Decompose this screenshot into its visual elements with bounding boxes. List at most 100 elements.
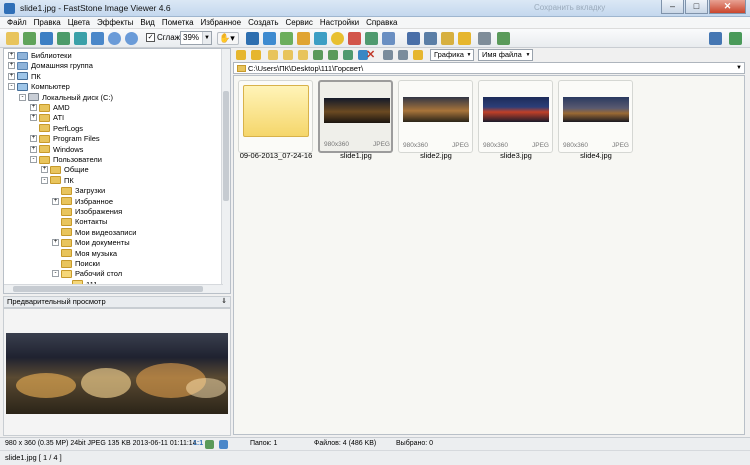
tree-item[interactable]: - ПК [41, 175, 74, 186]
tree-item[interactable]: + Домашняя группа [8, 60, 93, 71]
expand-icon[interactable]: + [8, 52, 15, 59]
open-file-icon[interactable] [23, 32, 36, 45]
tree-item[interactable]: PerfLogs [30, 123, 83, 134]
scan-icon[interactable] [497, 32, 510, 45]
collapse-icon[interactable]: - [19, 93, 26, 101]
delete-icon[interactable]: ✕ [366, 50, 376, 61]
slideshow-icon[interactable] [74, 32, 87, 45]
tree-item[interactable]: + Мои документы [52, 237, 130, 248]
thumbnail-browser[interactable]: 09-06-2013_07-24-16 980x360 JPEG slide1.j… [233, 75, 745, 435]
expand-icon[interactable]: + [30, 145, 37, 153]
menu-item-create[interactable]: Создать [248, 18, 278, 27]
zoom-select[interactable]: 39% ▼ [180, 31, 212, 45]
filter-select[interactable]: Графика ▼ [430, 49, 474, 61]
zoom-out-icon[interactable] [125, 32, 138, 45]
sort-select[interactable]: Имя файла ▼ [478, 49, 533, 61]
menu-item-tools[interactable]: Сервис [285, 18, 312, 27]
tree-vertical-scrollbar[interactable] [221, 49, 230, 293]
tree-horizontal-scrollbar[interactable] [4, 284, 223, 293]
thumbnail-folder[interactable] [238, 80, 313, 153]
fit-icon[interactable] [205, 440, 214, 449]
menu-item-favorites[interactable]: Избранное [201, 18, 242, 27]
tree-item[interactable]: - Пользователи [30, 154, 102, 165]
menu-item-effects[interactable]: Эффекты [97, 18, 133, 27]
menu-item-help[interactable]: Справка [366, 18, 397, 27]
filter-icon[interactable] [413, 50, 423, 60]
monitor-icon[interactable] [424, 32, 437, 45]
refresh-icon[interactable] [343, 50, 353, 60]
menu-item-file[interactable]: Файл [7, 18, 27, 27]
menu-item-view[interactable]: Вид [140, 18, 154, 27]
clone-icon[interactable] [382, 32, 395, 45]
copy-to-icon[interactable] [313, 50, 323, 60]
red-eye-icon[interactable] [348, 32, 361, 45]
maximize-button[interactable]: □ [685, 0, 708, 14]
chevron-down-icon[interactable]: ▼ [736, 63, 742, 73]
up-folder-icon[interactable] [268, 50, 278, 60]
tree-item[interactable]: Поиски [52, 258, 100, 269]
minimize-button[interactable]: – [661, 0, 684, 14]
favorites-folder-icon[interactable] [298, 50, 308, 60]
zoom-in-icon[interactable] [108, 32, 121, 45]
back-icon[interactable] [236, 50, 246, 60]
collapse-icon[interactable]: - [41, 176, 48, 184]
expand-icon[interactable]: + [52, 239, 59, 247]
hand-tool-icon[interactable]: ✋▾ [217, 32, 239, 45]
tree-item[interactable]: + Общие [41, 164, 89, 175]
tree-item[interactable]: Изображения [52, 206, 122, 217]
collapse-icon[interactable]: - [52, 270, 59, 278]
details-view-icon[interactable] [398, 50, 408, 60]
draw-icon[interactable] [441, 32, 454, 45]
tree-item[interactable]: Загрузки [52, 185, 105, 196]
tree-item[interactable]: + Библиотеки [8, 50, 72, 61]
layout-toggle-icon[interactable] [729, 32, 742, 45]
tree-item[interactable]: + Program Files [30, 133, 100, 144]
expand-icon[interactable]: + [30, 114, 37, 122]
email-icon[interactable] [57, 32, 70, 45]
address-bar[interactable]: C:\Users\ПК\Desktop\111\Горсвет\ ▼ [233, 62, 745, 74]
tree-item[interactable]: + Избранное [52, 196, 113, 207]
rotate-right-icon[interactable] [263, 32, 276, 45]
batch-icon[interactable] [458, 32, 471, 45]
rotate-left-icon[interactable] [246, 32, 259, 45]
menu-item-edit[interactable]: Правка [34, 18, 61, 27]
brightness-icon[interactable] [331, 32, 344, 45]
expand-icon[interactable]: + [41, 166, 48, 174]
tree-item[interactable]: + ATI [30, 112, 64, 123]
tree-item[interactable]: Контакты [52, 216, 107, 227]
expand-icon[interactable]: + [30, 104, 37, 111]
menu-item-colors[interactable]: Цвета [68, 18, 90, 27]
address-text[interactable]: C:\Users\ПК\Desktop\111\Горсвет\ [248, 64, 363, 73]
thumbnail-slide2[interactable]: 980x360 JPEG [398, 80, 473, 153]
status-ratio[interactable]: 1:1 [193, 438, 203, 450]
compare-icon[interactable] [407, 32, 420, 45]
forward-icon[interactable] [251, 50, 261, 60]
tree-item[interactable]: + Windows [30, 144, 83, 155]
menu-item-tag[interactable]: Пометка [162, 18, 194, 27]
thumbnail-slide3[interactable]: 980x360 JPEG [478, 80, 553, 153]
open-folder-icon[interactable] [6, 32, 19, 45]
tree-item[interactable]: - Локальный диск (C:) [19, 92, 113, 103]
folder-tree[interactable]: + Библиотеки + Домашняя группа + ПК - Компьютер… [3, 48, 231, 294]
crop-icon[interactable] [297, 32, 310, 45]
flip-icon[interactable] [280, 32, 293, 45]
tree-item[interactable]: - Рабочий стол [52, 268, 122, 279]
tree-item[interactable]: Моя музыка [52, 248, 117, 259]
collapse-icon[interactable]: ⇓ [221, 297, 227, 307]
expand-icon[interactable] [219, 440, 228, 449]
thumbnail-slide1[interactable]: 980x360 JPEG [318, 80, 393, 153]
expand-icon[interactable]: + [8, 62, 15, 70]
menu-item-settings[interactable]: Настройки [320, 18, 359, 27]
thumbnail-slide4[interactable]: 980x360 JPEG [558, 80, 633, 153]
move-to-icon[interactable] [328, 50, 338, 60]
layout-icon[interactable] [709, 32, 722, 45]
fullscreen-icon[interactable] [91, 32, 104, 45]
tree-item[interactable]: + ПК [8, 71, 41, 82]
collapse-icon[interactable]: - [8, 83, 15, 91]
save-icon[interactable] [40, 32, 53, 45]
tree-item[interactable]: - Компьютер [8, 81, 70, 92]
expand-icon[interactable]: + [52, 197, 59, 205]
tree-item[interactable]: Мои видеозаписи [52, 227, 136, 238]
close-button[interactable]: ✕ [709, 0, 746, 14]
print-icon[interactable] [478, 32, 491, 45]
